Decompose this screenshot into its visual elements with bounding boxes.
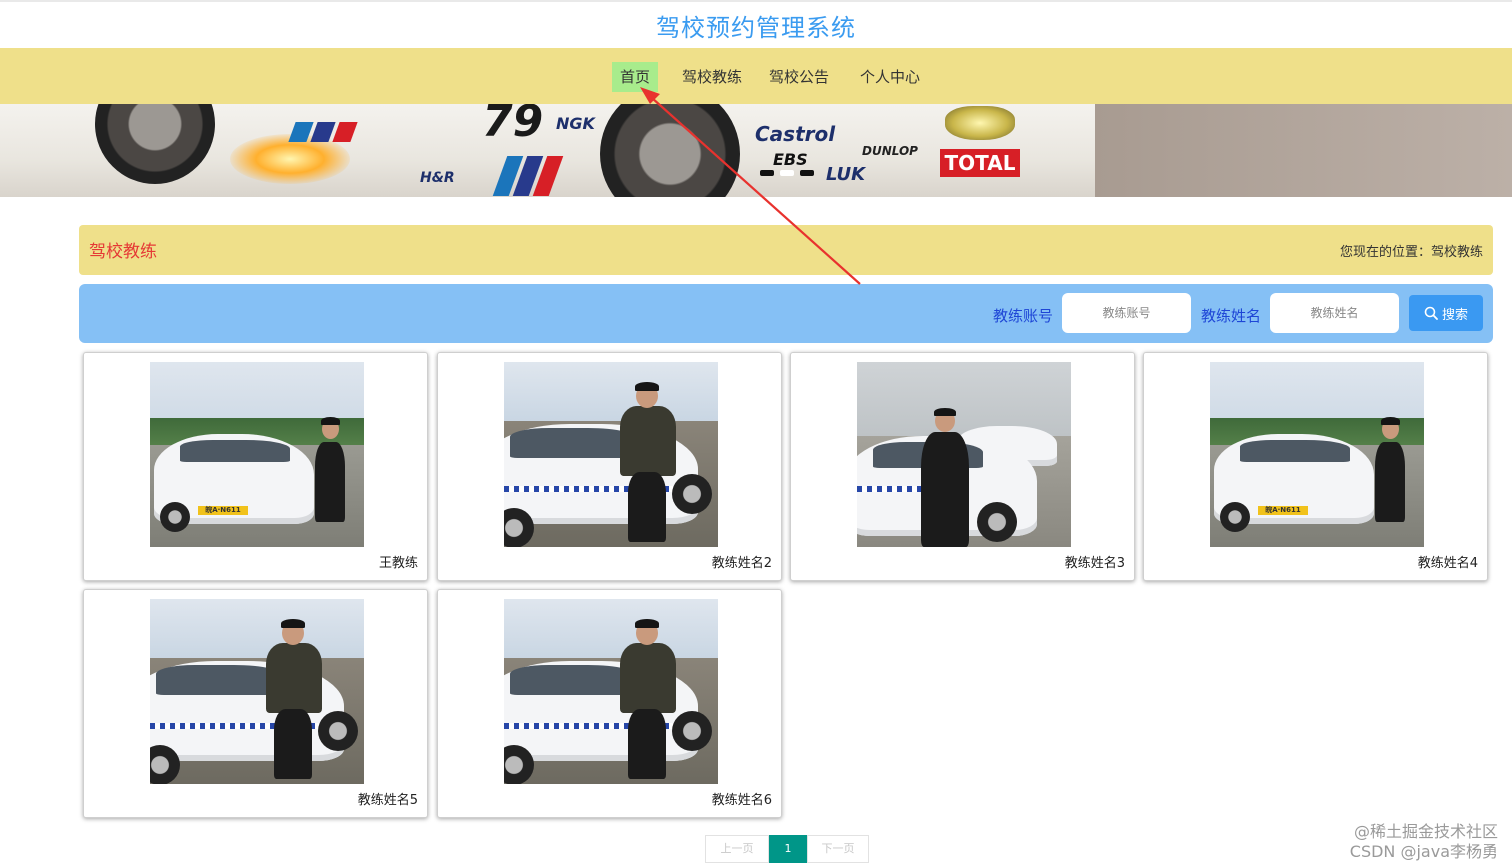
coach-card[interactable]: 教练姓名2 bbox=[437, 352, 782, 581]
sponsor-castrol: Castrol bbox=[755, 122, 836, 146]
watermark: @稀土掘金技术社区 CSDN @java李杨勇 bbox=[1350, 822, 1498, 862]
car-number: 79 bbox=[482, 104, 544, 147]
pagination: 上一页 1 下一页 bbox=[705, 835, 869, 863]
coach-name-input[interactable] bbox=[1270, 293, 1399, 333]
coach-name: 教练姓名3 bbox=[1064, 556, 1125, 571]
breadcrumb-bar: 驾校教练 您现在的位置：驾校教练 bbox=[79, 225, 1493, 275]
coach-name: 教练姓名5 bbox=[357, 793, 418, 808]
coach-name: 教练姓名6 bbox=[711, 793, 772, 808]
nav-bar: 首页 驾校教练 驾校公告 个人中心 bbox=[0, 48, 1512, 104]
sponsor-total: TOTAL bbox=[940, 149, 1020, 177]
banner-background bbox=[1095, 104, 1512, 197]
search-bar: 教练账号 教练姓名 搜索 bbox=[79, 284, 1493, 343]
carousel-dot-3[interactable] bbox=[800, 170, 814, 176]
next-page-button[interactable]: 下一页 bbox=[807, 835, 869, 863]
coach-photo[interactable] bbox=[504, 599, 718, 784]
coach-card[interactable]: 教练姓名3 bbox=[790, 352, 1135, 581]
search-button[interactable]: 搜索 bbox=[1409, 295, 1483, 331]
coach-photo[interactable]: 皖A·N611 bbox=[1210, 362, 1424, 547]
coach-photo[interactable] bbox=[150, 599, 364, 784]
sponsor-ebs: EBS bbox=[773, 150, 808, 169]
coach-card[interactable]: 皖A·N611 教练姓名4 bbox=[1143, 352, 1488, 581]
coach-card[interactable]: 教练姓名6 bbox=[437, 589, 782, 818]
coach-name-label: 教练姓名 bbox=[1201, 307, 1262, 325]
sponsor-hr: H&R bbox=[420, 170, 455, 186]
banner-carousel[interactable]: 79 Castrol DUNLOP TOTAL EBS LUK NGK H&R bbox=[0, 104, 1512, 197]
nav-item-user-center[interactable]: 个人中心 bbox=[852, 62, 928, 92]
coach-card[interactable]: 教练姓名5 bbox=[83, 589, 428, 818]
coach-photo[interactable] bbox=[857, 362, 1071, 547]
coach-card[interactable]: 皖A·N611 王教练 bbox=[83, 352, 428, 581]
nav-item-home[interactable]: 首页 bbox=[612, 62, 659, 92]
car-headlight bbox=[945, 106, 1015, 140]
coach-name: 教练姓名2 bbox=[711, 556, 772, 571]
carousel-dot-1[interactable] bbox=[760, 170, 774, 176]
page-1-button[interactable]: 1 bbox=[769, 835, 807, 863]
section-title: 驾校教练 bbox=[89, 242, 157, 262]
coach-name: 王教练 bbox=[378, 556, 418, 571]
coach-photo[interactable] bbox=[504, 362, 718, 547]
nav-item-coaches[interactable]: 驾校教练 bbox=[674, 62, 750, 92]
site-title: 驾校预约管理系统 bbox=[656, 14, 856, 42]
prev-page-button[interactable]: 上一页 bbox=[705, 835, 769, 863]
race-car-image: 79 Castrol DUNLOP TOTAL EBS LUK NGK H&R bbox=[0, 104, 1095, 197]
sponsor-luk: LUK bbox=[826, 164, 866, 185]
carousel-dot-2[interactable] bbox=[780, 170, 794, 176]
nav-item-announcements[interactable]: 驾校公告 bbox=[761, 62, 837, 92]
top-divider bbox=[0, 0, 1512, 2]
watermark-line-2: CSDN @java李杨勇 bbox=[1349, 842, 1498, 861]
sponsor-dunlop: DUNLOP bbox=[862, 144, 918, 158]
coach-photo[interactable]: 皖A·N611 bbox=[150, 362, 364, 547]
breadcrumb-location: 您现在的位置：驾校教练 bbox=[1339, 245, 1483, 260]
coach-name: 教练姓名4 bbox=[1417, 556, 1478, 571]
search-button-label: 搜索 bbox=[1441, 307, 1468, 323]
watermark-line-1: @稀土掘金技术社区 bbox=[1353, 822, 1498, 841]
coach-account-label: 教练账号 bbox=[993, 307, 1054, 325]
sponsor-ngk: NGK bbox=[556, 114, 595, 133]
coach-account-input[interactable] bbox=[1062, 293, 1191, 333]
search-icon bbox=[1424, 306, 1438, 320]
